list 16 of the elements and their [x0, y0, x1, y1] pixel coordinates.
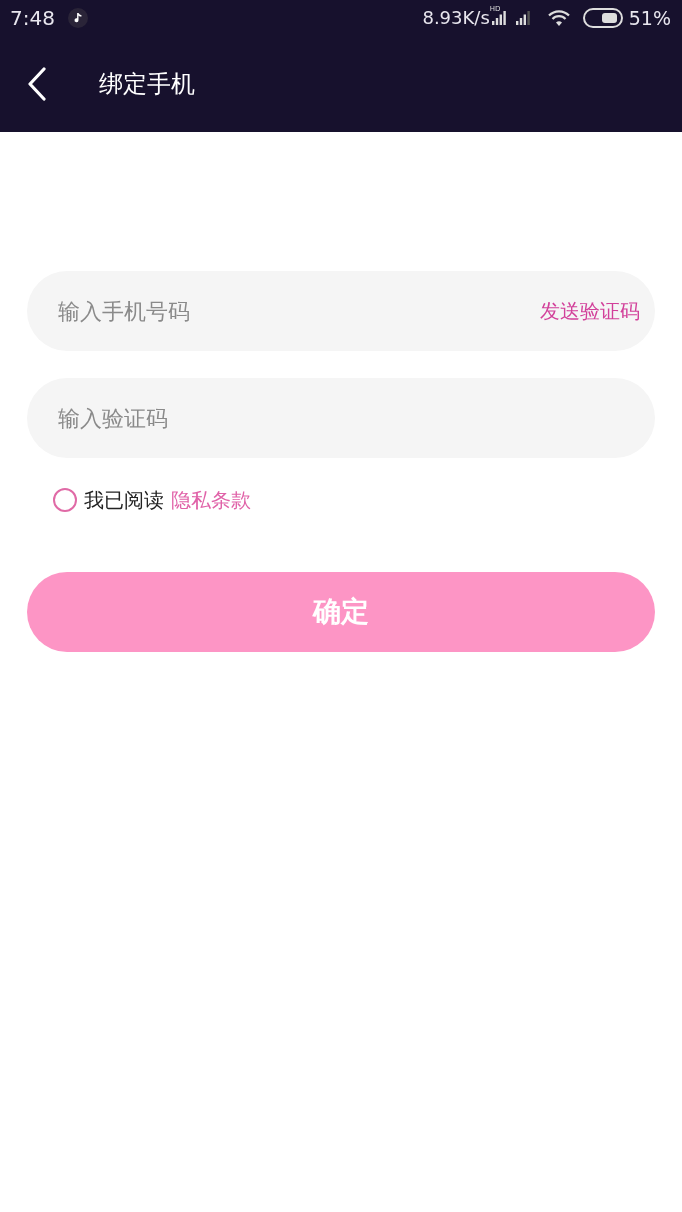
back-icon[interactable]	[27, 67, 47, 101]
battery-percent: 51%	[628, 7, 671, 29]
battery-icon	[582, 8, 623, 28]
send-code-link[interactable]: 发送验证码	[540, 298, 640, 324]
phone-input-field[interactable]: 输入手机号码 发送验证码	[27, 271, 655, 351]
page-title: 绑定手机	[99, 69, 195, 99]
status-time: 7:48	[10, 6, 55, 30]
music-note-icon	[67, 8, 88, 28]
signal-icon	[515, 11, 530, 25]
signal-icon	[491, 10, 506, 26]
wifi-icon	[547, 10, 570, 26]
code-input-field[interactable]: 输入验证码	[27, 378, 655, 458]
privacy-link[interactable]: 隐私条款	[171, 487, 251, 513]
network-speed: 8.93K/s	[422, 7, 490, 29]
agree-label: 我已阅读	[84, 487, 164, 513]
agree-checkbox[interactable]	[53, 488, 77, 512]
